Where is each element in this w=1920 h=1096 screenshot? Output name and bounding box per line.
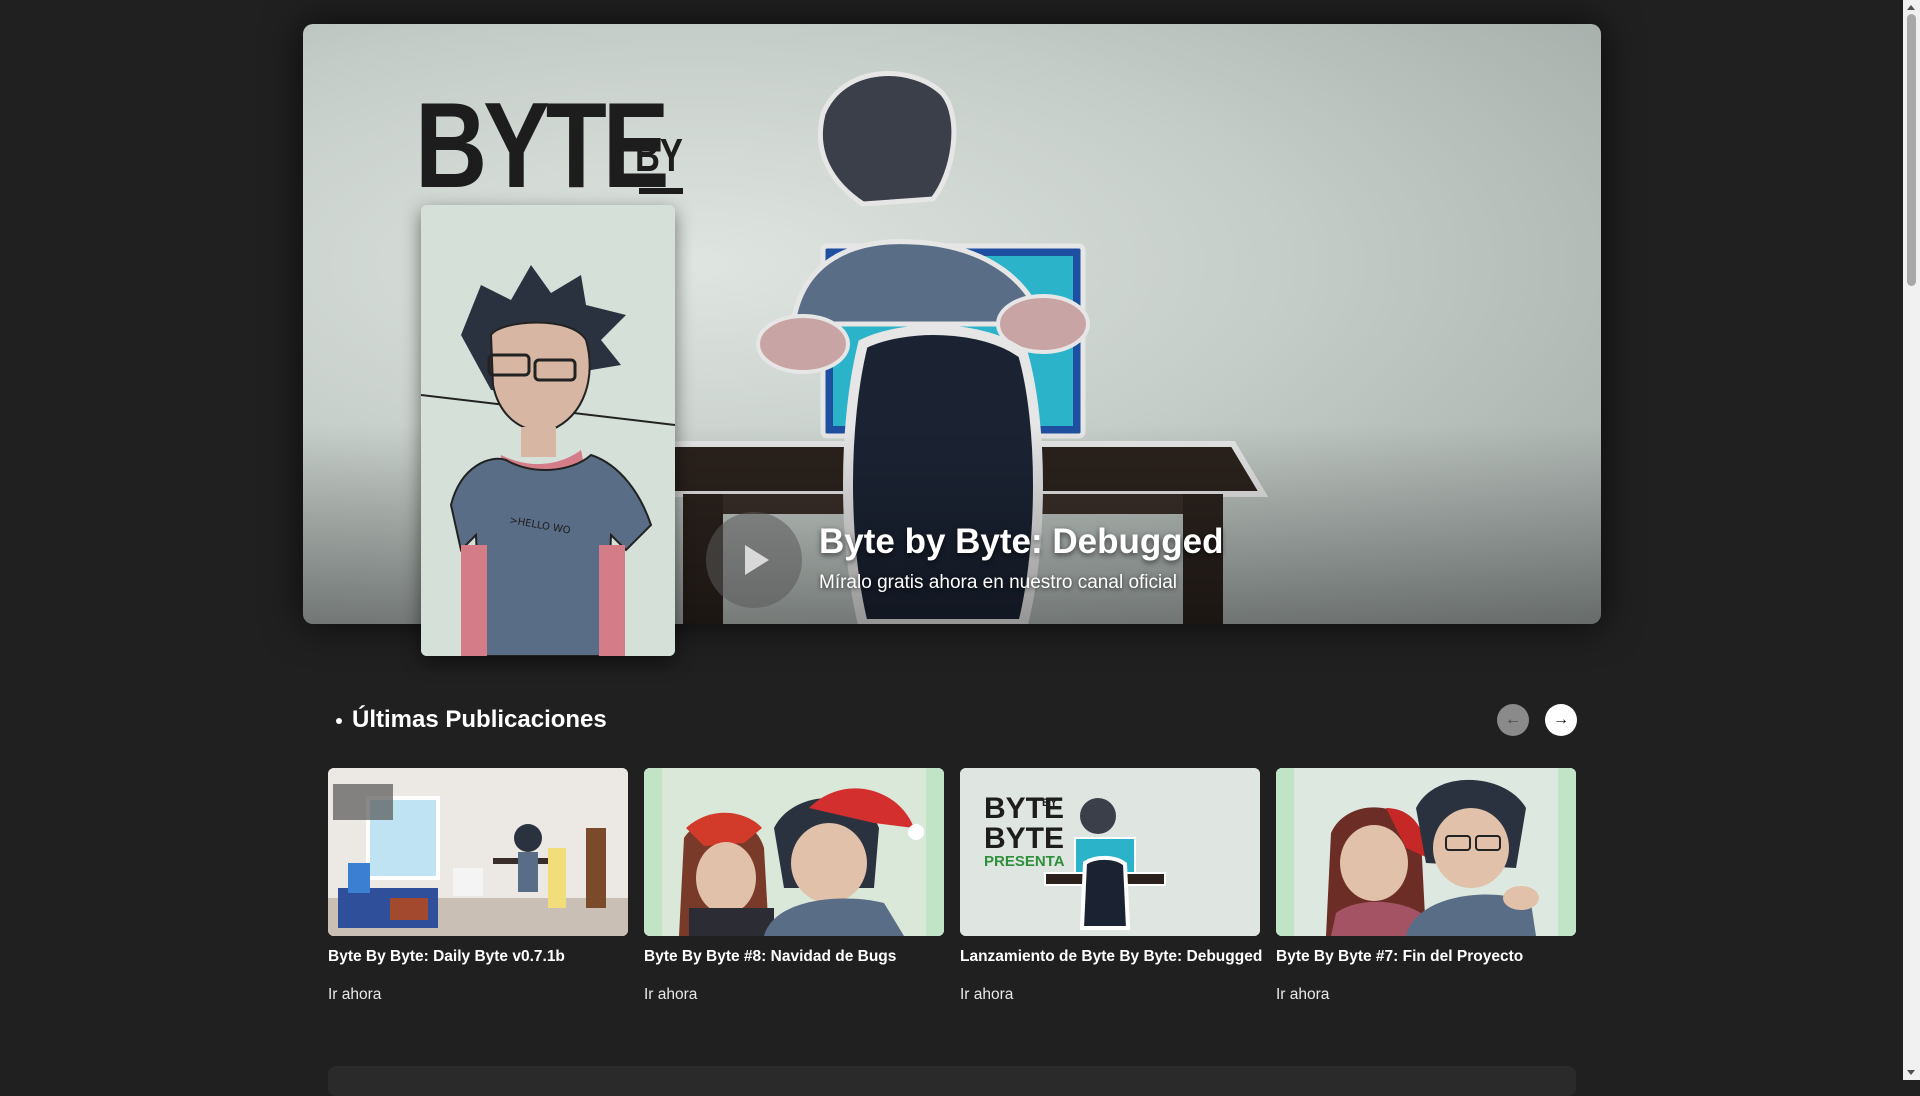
play-icon — [745, 545, 769, 575]
hero-subtitle: Míralo gratis ahora en nuestro canal ofi… — [819, 572, 1178, 593]
scroll-up-icon[interactable] — [1907, 5, 1915, 10]
post-link[interactable]: Ir ahora — [644, 986, 944, 1004]
carousel-prev-button[interactable]: ← — [1497, 704, 1529, 736]
post-thumbnail[interactable] — [328, 768, 628, 936]
post-title[interactable]: Byte By Byte: Daily Byte v0.7.1b — [328, 948, 628, 966]
thumb-logo-line2: BYTE — [984, 822, 1064, 855]
next-section-top — [328, 1066, 1576, 1096]
carousel-next-button[interactable]: → — [1545, 704, 1577, 736]
post-title[interactable]: Byte By Byte #7: Fin del Proyecto — [1276, 948, 1576, 966]
hero-poster[interactable]: >HELLO WO — [421, 205, 675, 656]
page-scrollbar[interactable] — [1903, 0, 1920, 1080]
post-thumbnail[interactable] — [644, 768, 944, 936]
thumbnail-image-friends — [1276, 768, 1576, 936]
thumbnail-image-christmas — [644, 768, 944, 936]
arrow-left-icon: ← — [1505, 711, 1521, 728]
scroll-down-icon[interactable] — [1907, 1070, 1915, 1075]
latest-posts-heading-text: Últimas Publicaciones — [352, 706, 607, 733]
post-title[interactable]: Byte By Byte #8: Navidad de Bugs — [644, 948, 944, 966]
play-button[interactable] — [706, 512, 802, 608]
thumbnail-image-room — [328, 768, 628, 936]
post-thumbnail[interactable]: BYTE BY BYTE PRESENTA — [960, 768, 1260, 936]
scrollbar-thumb[interactable] — [1907, 14, 1916, 286]
hero-title: Byte by Byte: Debugged — [819, 522, 1224, 561]
poster-character-image: >HELLO WO — [421, 205, 675, 656]
post-card[interactable]: Byte By Byte #8: Navidad de Bugs Ir ahor… — [644, 768, 944, 1004]
arrow-right-icon: → — [1553, 711, 1569, 728]
heading-bullet — [336, 717, 342, 724]
post-link[interactable]: Ir ahora — [960, 986, 1260, 1004]
thumb-presenta: PRESENTA — [984, 853, 1065, 870]
post-thumbnail[interactable] — [1276, 768, 1576, 936]
post-title[interactable]: Lanzamiento de Byte By Byte: Debugged — [960, 948, 1262, 966]
post-link[interactable]: Ir ahora — [328, 986, 628, 1004]
post-card[interactable]: Byte By Byte: Daily Byte v0.7.1b Ir ahor… — [328, 768, 628, 1004]
post-link[interactable]: Ir ahora — [1276, 986, 1576, 1004]
post-card[interactable]: Byte By Byte #7: Fin del Proyecto Ir aho… — [1276, 768, 1576, 1004]
latest-posts-heading: Últimas Publicaciones — [336, 706, 607, 734]
thumb-logo-by: BY — [1042, 797, 1058, 809]
thumbnail-image-launch: BYTE BY BYTE PRESENTA — [960, 768, 1260, 936]
post-card[interactable]: BYTE BY BYTE PRESENTA Lanzamiento de Byt… — [960, 768, 1262, 1004]
